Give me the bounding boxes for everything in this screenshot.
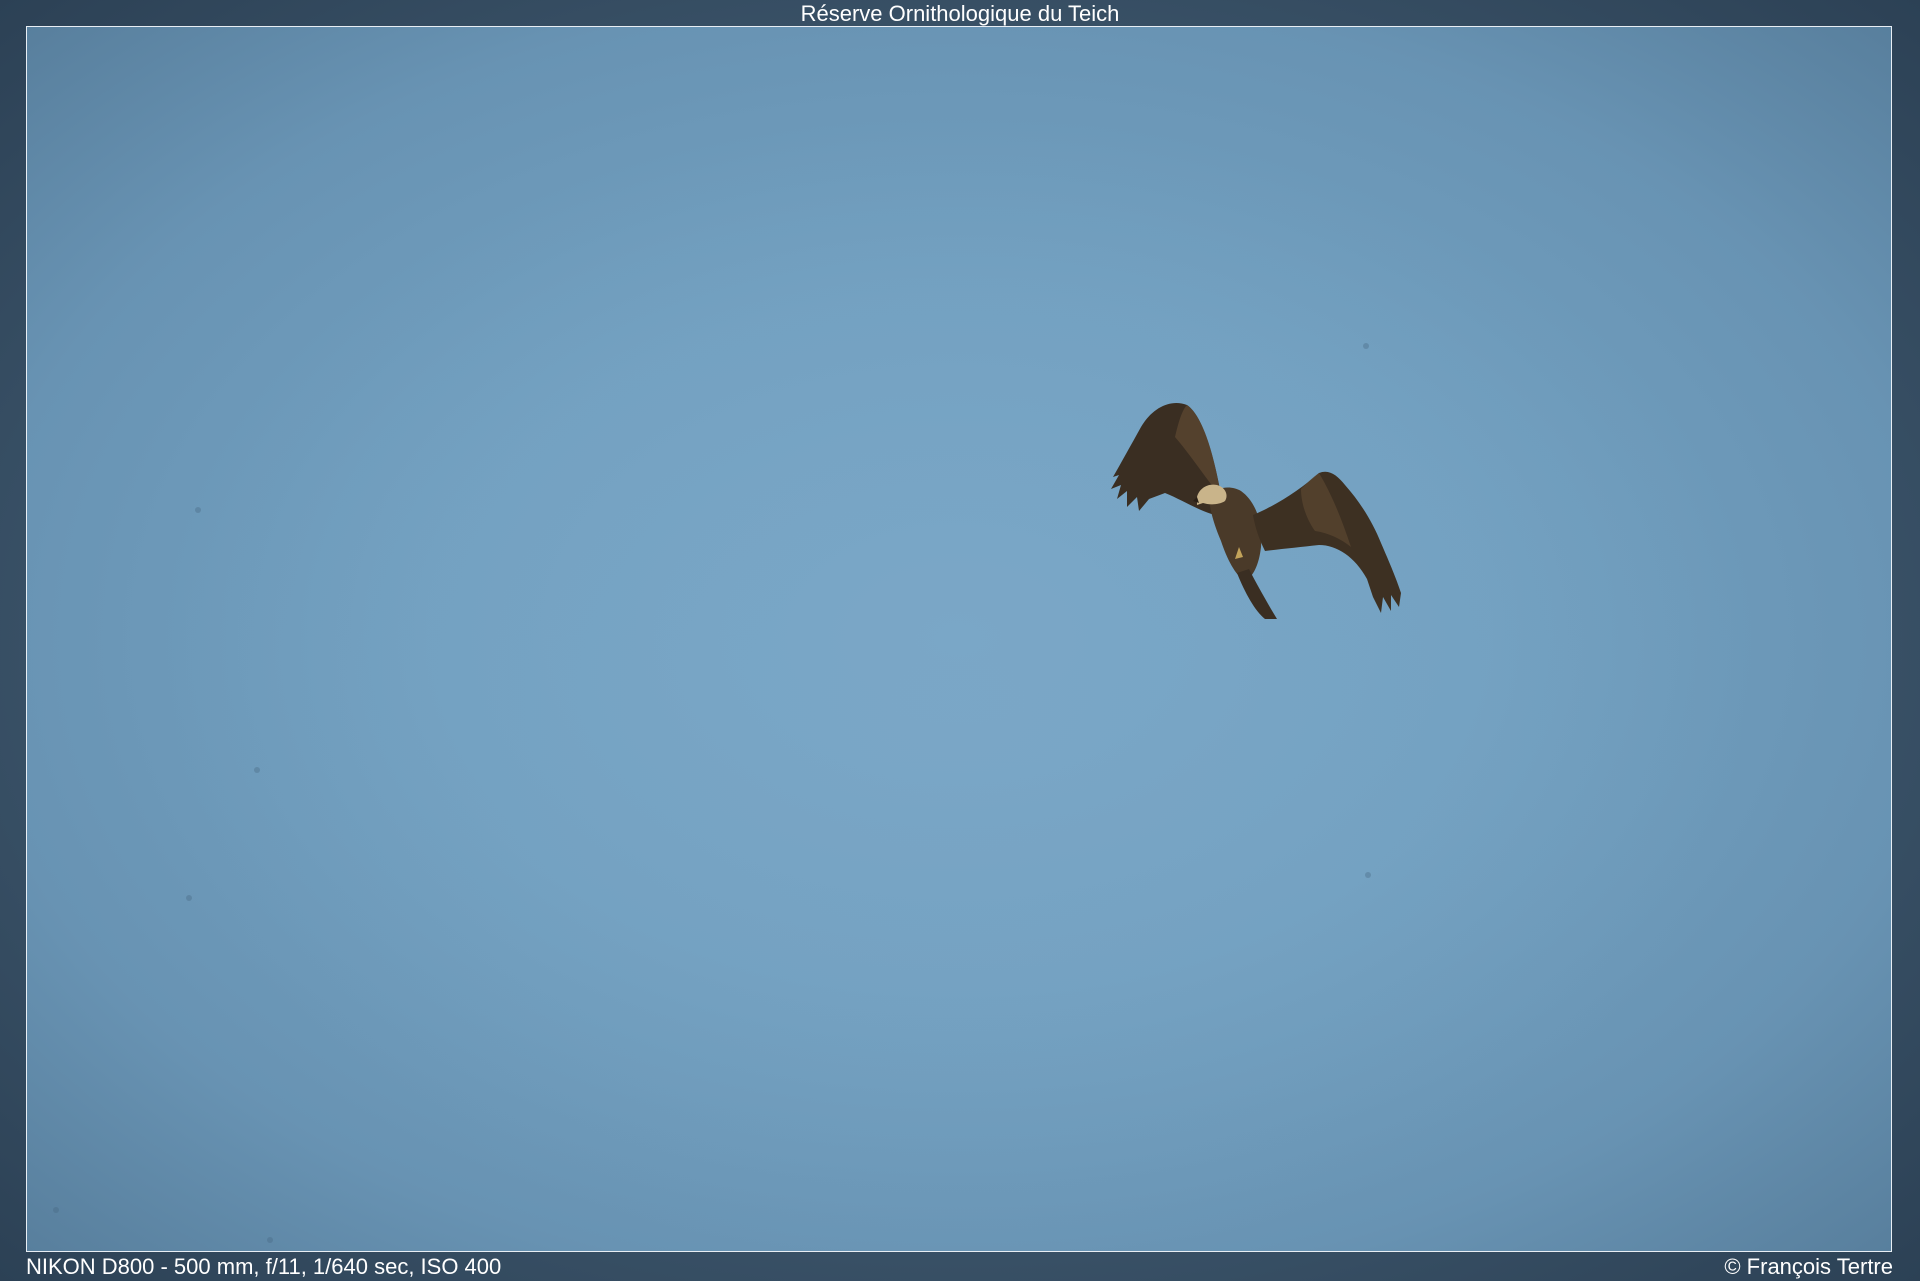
photo-title: Réserve Ornithologique du Teich (800, 1, 1120, 26)
bird-tail (1237, 569, 1277, 619)
dust-speck (195, 507, 201, 513)
bird-of-prey (1111, 403, 1401, 619)
dust-speck (186, 895, 192, 901)
photo-page: Réserve Ornithologique du Teich NIKON D8… (0, 0, 1920, 1281)
dust-speck (1363, 343, 1369, 349)
dust-speck (1365, 872, 1371, 878)
camera-exif: NIKON D800 - 500 mm, f/11, 1/640 sec, IS… (26, 1254, 502, 1279)
dust-speck (267, 1237, 273, 1243)
dust-speck (254, 767, 260, 773)
copyright-notice: © François Tertre (1724, 1254, 1893, 1279)
photograph (26, 26, 1892, 1252)
dust-speck (53, 1207, 59, 1213)
